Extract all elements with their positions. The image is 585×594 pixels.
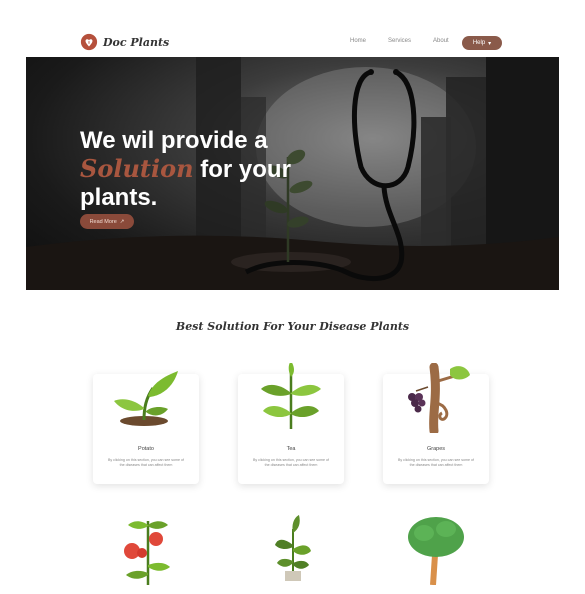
plant-card-tea[interactable]: Tea By clicking on this section, you can…: [238, 363, 344, 484]
hero-banner: We wil provide a Solution for your plant…: [26, 57, 559, 290]
read-more-label: Read More: [89, 218, 117, 225]
plant-card-desc: By clicking on this section, you can see…: [107, 458, 185, 467]
grapes-plant-icon: [383, 360, 489, 436]
plant-card-fig[interactable]: [238, 515, 344, 590]
plant-card-grapes[interactable]: Grapes By clicking on this section, you …: [383, 363, 489, 484]
plant-card-name: Grapes: [426, 446, 446, 452]
tomato-plant-icon: [93, 512, 199, 588]
read-more-button[interactable]: Read More ↗: [80, 214, 134, 229]
nav-links: Home Services About: [350, 38, 449, 44]
plant-card-tomato[interactable]: [93, 520, 199, 590]
plant-card-name: Tea: [286, 446, 296, 452]
brand-logo[interactable]: Doc Plants: [80, 33, 169, 51]
plant-heart-icon: [80, 33, 98, 51]
nav-link-home[interactable]: Home: [350, 38, 366, 44]
tea-plant-icon: [238, 360, 344, 436]
hero-headline: We wil provide a Solution for your plant…: [80, 127, 310, 212]
arrow-icon: ↗: [119, 218, 125, 225]
plant-card-tree[interactable]: [383, 517, 489, 590]
top-navbar: Doc Plants Home Services About Help ▾: [0, 0, 585, 56]
nav-link-services[interactable]: Services: [388, 38, 411, 44]
plant-card-desc: By clicking on this section, you can see…: [252, 458, 330, 467]
fig-plant-icon: [238, 512, 344, 588]
brand-name: Doc Plants: [103, 35, 170, 49]
hero-title-line2-rest: for your: [193, 156, 291, 183]
chevron-down-icon: ▾: [488, 40, 492, 47]
potato-plant-icon: [93, 360, 199, 436]
plant-card-potato[interactable]: Potato By clicking on this section, you …: [93, 371, 199, 484]
section-title: Best Solution For Your Disease Plants: [175, 320, 410, 333]
plant-card-desc: By clicking on this section, you can see…: [397, 458, 475, 467]
hero-title-line3: plants.: [80, 184, 158, 211]
hero-title-line1: We wil provide a: [80, 127, 268, 154]
nav-link-about[interactable]: About: [433, 38, 449, 44]
tree-plant-icon: [383, 512, 489, 588]
help-button-label: Help: [472, 40, 486, 46]
hero-title-accent: Solution: [80, 154, 194, 183]
help-button[interactable]: Help ▾: [462, 36, 502, 50]
hero-title-line2: Solution for your: [80, 155, 310, 184]
plant-card-name: Potato: [138, 446, 154, 452]
